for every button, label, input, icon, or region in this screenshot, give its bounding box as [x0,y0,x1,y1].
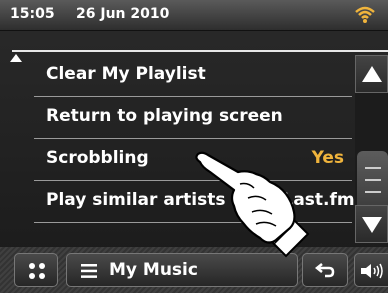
menu-item-return-playing[interactable]: Return to playing screen [0,97,352,139]
home-button[interactable] [14,253,58,287]
my-music-label: My Music [109,260,198,280]
thumb-grip-line [365,167,381,169]
back-arrow-icon [314,263,335,278]
radio-screen: 15:05 26 Jun 2010 Clear My Playlist Retu… [0,0,388,293]
thumb-grip-line [365,191,381,193]
clock-date: 26 Jun 2010 [76,6,170,22]
scroll-up-button[interactable] [355,55,388,93]
menu-item-label: Return to playing screen [46,106,283,126]
status-bar: 15:05 26 Jun 2010 [0,0,388,31]
menu-item-label: Clear My Playlist [46,64,206,84]
wifi-icon [355,6,375,23]
grid-icon [29,263,45,279]
clock-time: 15:05 [10,6,55,22]
triangle-up-icon [362,66,382,82]
scroll-thumb[interactable] [357,151,388,211]
pointing-hand-icon [195,151,310,258]
list-icon [81,264,97,278]
thumb-grip-line [365,179,381,181]
menu-item-label: Scrobbling [46,148,149,168]
triangle-down-icon [362,217,382,233]
menu-item-clear-playlist[interactable]: Clear My Playlist [0,55,352,97]
top-divider [12,50,388,52]
speaker-icon [361,263,383,279]
